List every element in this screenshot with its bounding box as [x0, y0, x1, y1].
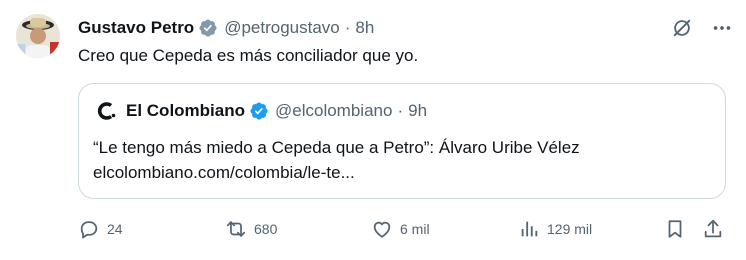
- views-button[interactable]: 129 mil: [518, 214, 592, 244]
- share-icon: [704, 219, 722, 238]
- views-count: 129 mil: [547, 221, 593, 237]
- separator-dot: ·: [344, 18, 351, 37]
- tweet-text: Creo que Cepeda es más conciliador que y…: [78, 46, 419, 65]
- more-icon[interactable]: [710, 16, 734, 40]
- like-button[interactable]: 6 mil: [371, 214, 430, 244]
- bookmark-button[interactable]: [664, 214, 686, 244]
- quoted-tweet[interactable]: El Colombiano @elcolombiano · 9h “Le ten…: [78, 83, 726, 199]
- tweet[interactable]: Gustavo Petro @petrogustavo · 8h Creo qu…: [0, 0, 746, 260]
- quoted-headline: “Le tengo más miedo a Cepeda que a Petro…: [93, 138, 580, 157]
- reply-count: 24: [107, 221, 123, 237]
- quoted-post-time[interactable]: 9h: [408, 101, 427, 121]
- quoted-text: “Le tengo más miedo a Cepeda que a Petro…: [93, 135, 580, 185]
- tweet-header: Gustavo Petro @petrogustavo · 8h: [78, 13, 374, 43]
- share-button[interactable]: [702, 214, 724, 244]
- el-colombiano-logo: [96, 100, 118, 122]
- verified-gray-icon: [199, 19, 217, 37]
- reply-icon: [80, 221, 98, 239]
- quoted-separator-dot: ·: [397, 101, 404, 120]
- bookmark-icon: [668, 220, 682, 238]
- like-count: 6 mil: [400, 221, 430, 237]
- retweet-count: 680: [254, 221, 278, 237]
- avatar[interactable]: [16, 14, 60, 58]
- avatar-image: [16, 14, 60, 58]
- quoted-author-handle[interactable]: @elcolombiano: [275, 101, 392, 121]
- reply-button[interactable]: 24: [78, 214, 123, 244]
- retweet-button[interactable]: 680: [225, 214, 277, 244]
- heart-icon: [373, 221, 391, 238]
- grok-icon[interactable]: [670, 16, 694, 40]
- quoted-header: El Colombiano @elcolombiano · 9h: [96, 98, 427, 124]
- retweet-icon: [226, 221, 246, 237]
- quoted-link[interactable]: elcolombiano.com/colombia/le-te...: [93, 160, 580, 185]
- post-time[interactable]: 8h: [355, 18, 374, 38]
- top-actions: [670, 16, 734, 40]
- action-bar: 24 680 6 mil 129 mil: [78, 214, 726, 244]
- author-handle[interactable]: @petrogustavo: [224, 18, 340, 38]
- quoted-author-name[interactable]: El Colombiano: [126, 101, 245, 121]
- verified-blue-icon: [250, 102, 268, 120]
- author-name[interactable]: Gustavo Petro: [78, 18, 194, 38]
- quoted-avatar[interactable]: [96, 100, 118, 122]
- views-icon: [521, 221, 538, 237]
